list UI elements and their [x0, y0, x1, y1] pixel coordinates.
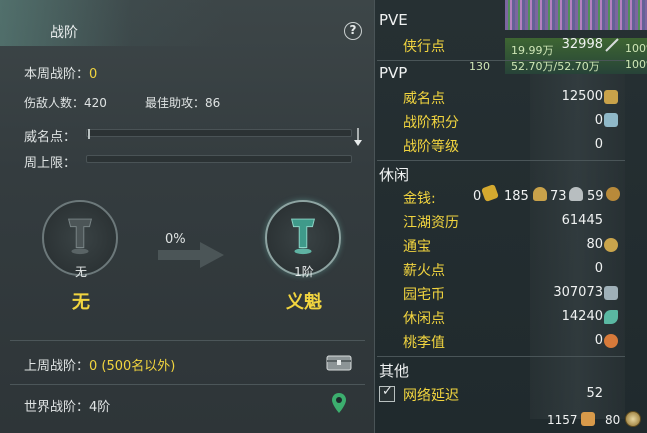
week-rank-value: 0 — [89, 67, 98, 82]
kills-count: 伤敌人数：420 — [24, 96, 107, 110]
rank-level-label: 战阶等级 — [403, 139, 459, 155]
current-rank-level: 无 — [74, 265, 87, 279]
divider — [10, 340, 365, 341]
money-silver: 73 — [550, 189, 567, 204]
best-assist: 最佳助攻：86 — [145, 96, 221, 110]
leaf-icon — [604, 310, 618, 324]
footer-coins: 80 — [605, 413, 621, 427]
fame-progress-bar — [86, 129, 352, 137]
check-icon: ✓ — [382, 384, 393, 399]
progress-percent: 0% — [165, 232, 186, 247]
silver-ingot-icon — [533, 187, 547, 201]
fame-points-value: 12500 — [561, 89, 603, 104]
week-cap-bar — [86, 155, 352, 163]
current-rank-name: 无 — [72, 292, 90, 313]
jianghu-label: 江湖资历 — [403, 215, 459, 231]
divider — [10, 384, 365, 385]
sword-icon — [605, 38, 619, 52]
bg-overlay-text: 100% — [625, 42, 647, 55]
latency-label: 网络延迟 — [403, 388, 459, 404]
coin-icon — [625, 411, 641, 427]
taoli-label: 桃李值 — [403, 335, 445, 351]
flag-icon — [354, 128, 362, 146]
fame-bar-marker — [88, 129, 90, 139]
rank-score-label: 战阶积分 — [403, 115, 459, 131]
jianghu-value: 61445 — [561, 213, 603, 228]
leisure-points-label: 休闲点 — [403, 311, 445, 327]
bg-overlay-text: 100% — [625, 58, 647, 71]
gold-ingot-icon — [481, 184, 499, 202]
week-cap-label: 周上限： — [24, 156, 77, 171]
separator — [377, 356, 625, 357]
money-label: 金钱: — [403, 191, 436, 207]
last-week-label: 上周战阶： — [24, 359, 90, 374]
silver-icon — [569, 187, 583, 201]
fame-label: 威名点： — [24, 130, 77, 145]
section-pve: PVE — [379, 11, 408, 29]
taoli-value: 0 — [594, 333, 603, 348]
bg-overlay-text: 130 — [469, 60, 490, 73]
latency-checkbox[interactable]: ✓ — [379, 384, 395, 402]
footer-count: 1157 — [547, 413, 578, 427]
last-week-rank: 上周战阶：0 (500名以外) — [24, 355, 175, 374]
leisure-points-value: 14240 — [561, 309, 603, 324]
boot-icon — [581, 412, 595, 426]
rank-score-value: 0 — [594, 113, 603, 128]
xinhuo-value: 0 — [594, 261, 603, 276]
help-button[interactable]: ? — [344, 22, 362, 40]
section-pvp: PVP — [379, 64, 408, 82]
background-game-scene — [505, 0, 647, 30]
xinhuo-label: 薪火点 — [403, 263, 445, 279]
section-leisure: 休闲 — [379, 166, 410, 184]
house-coin-value: 307073 — [553, 285, 603, 300]
next-rank-level: 1阶 — [294, 265, 314, 279]
rank-level-value: 0 — [594, 137, 603, 152]
fame-icon — [604, 90, 618, 104]
tongbao-label: 通宝 — [403, 239, 431, 255]
copper-coin-icon — [606, 187, 620, 201]
section-other: 其他 — [379, 362, 410, 380]
money-copper: 59 — [587, 189, 604, 204]
house-coin-label: 园宅币 — [403, 287, 445, 303]
last-week-value: 0 (500名以外) — [89, 359, 176, 374]
week-rank-label: 本周战阶： — [24, 67, 90, 82]
bg-overlay-text: 19.99万 — [511, 44, 554, 57]
tab-rank[interactable]: 战阶 — [50, 22, 78, 42]
separator — [377, 60, 625, 61]
coin-icon — [604, 238, 618, 252]
next-rank-name: 义魁 — [286, 292, 322, 313]
peach-icon — [604, 334, 618, 348]
xiaxing-value: 32998 — [561, 37, 603, 52]
week-rank: 本周战阶：0 — [24, 63, 97, 82]
currency-panel: 19.99万 130 52.70万/52.70万 100% 100% PVE 侠… — [375, 0, 647, 433]
xiaxing-label: 侠行点 — [403, 39, 445, 55]
world-rank: 世界战阶：4阶 — [24, 400, 111, 415]
rank-score-icon — [604, 113, 618, 127]
separator — [377, 160, 625, 161]
latency-value: 52 — [586, 386, 603, 401]
tongbao-value: 80 — [586, 237, 603, 252]
money-gold: 0 — [473, 189, 482, 204]
rank-panel: 战阶 ? 本周战阶：0 伤敌人数：420 最佳助攻：86 威名点： 周上限： 无… — [0, 0, 375, 433]
house-coin-icon — [604, 286, 618, 300]
location-pin-icon[interactable] — [332, 393, 346, 413]
money-silver-big: 185 — [504, 189, 529, 204]
fame-points-label: 威名点 — [403, 91, 445, 107]
chest-icon[interactable] — [326, 353, 352, 371]
